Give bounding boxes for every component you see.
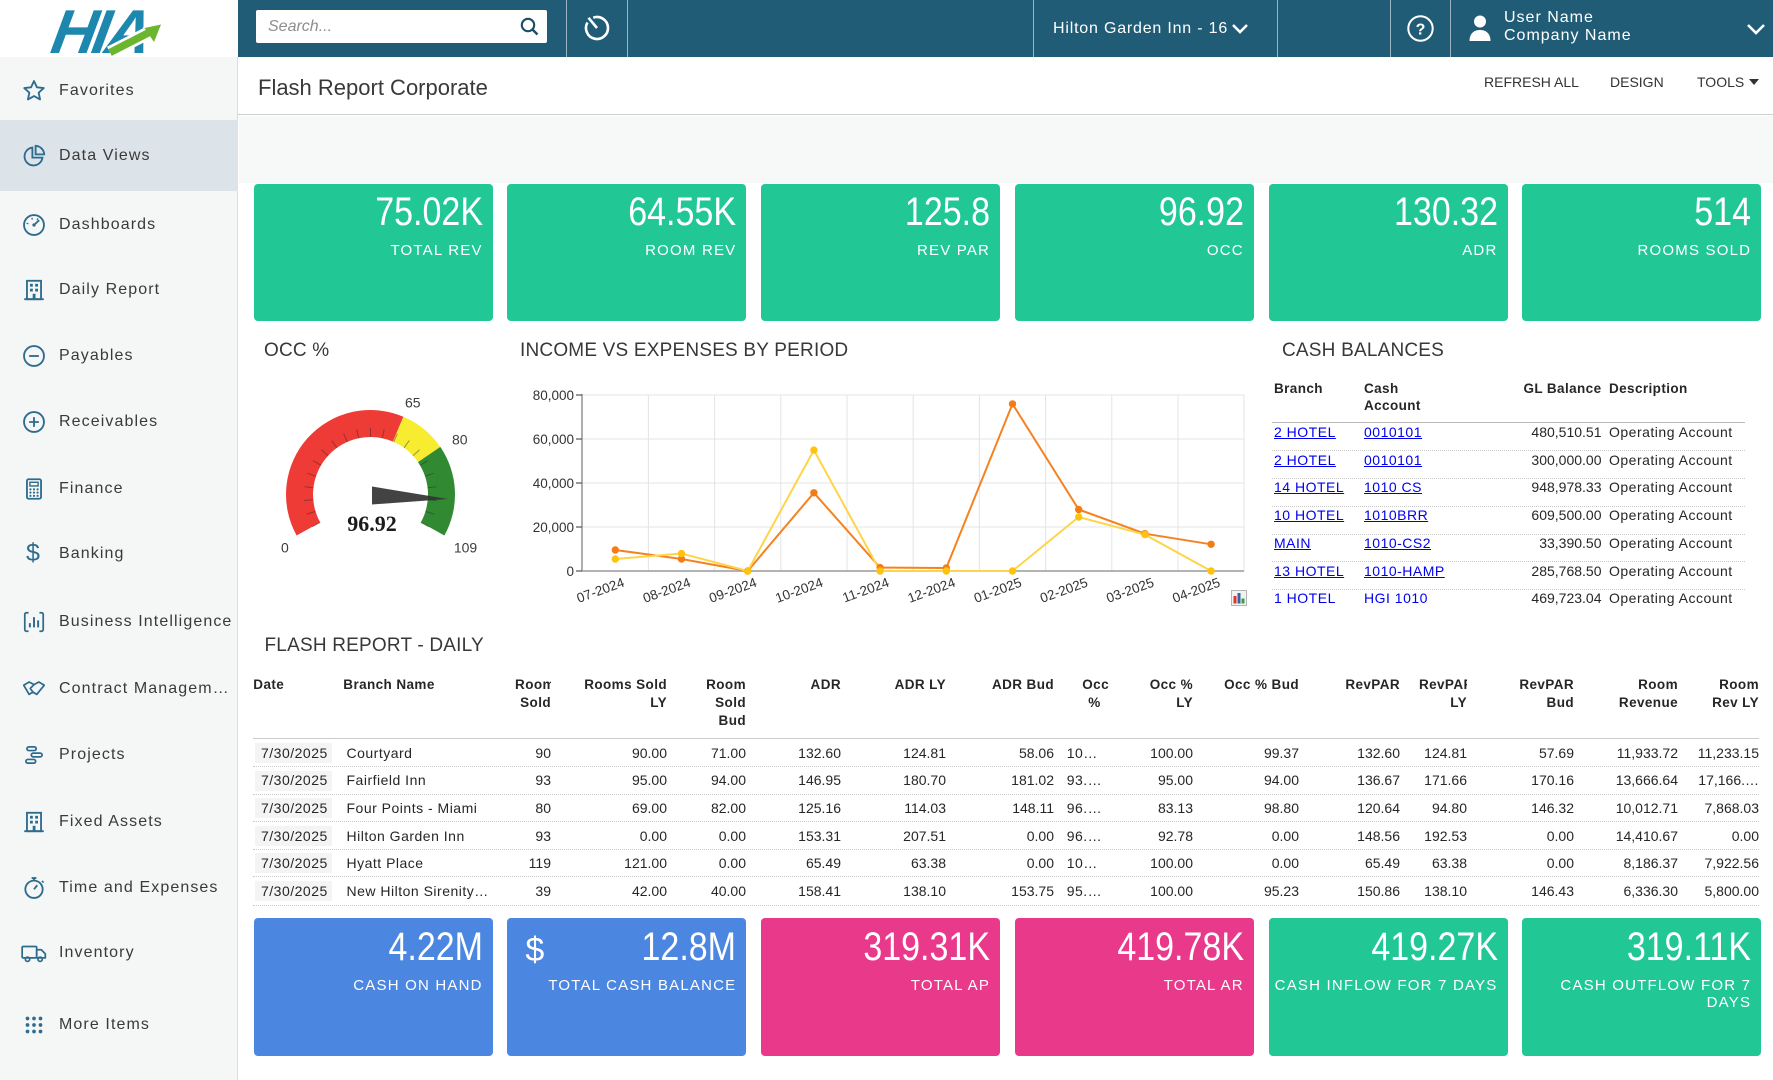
svg-text:40,000: 40,000 xyxy=(533,476,574,491)
svg-text:12-2024: 12-2024 xyxy=(906,575,958,606)
svg-text:10-2024: 10-2024 xyxy=(773,575,825,606)
svg-text:0: 0 xyxy=(281,540,289,556)
svg-text:80: 80 xyxy=(452,432,468,448)
svg-text:08-2024: 08-2024 xyxy=(641,575,693,606)
svg-text:HIA: HIA xyxy=(47,2,154,57)
svg-text:04-2025: 04-2025 xyxy=(1170,575,1222,606)
svg-text:?: ? xyxy=(1416,22,1426,39)
svg-text:02-2025: 02-2025 xyxy=(1038,575,1090,606)
svg-text:80,000: 80,000 xyxy=(533,388,574,403)
svg-text:09-2024: 09-2024 xyxy=(707,575,759,606)
svg-text:0: 0 xyxy=(566,564,574,579)
svg-text:20,000: 20,000 xyxy=(533,520,574,535)
svg-text:01-2025: 01-2025 xyxy=(972,575,1024,606)
svg-text:11-2024: 11-2024 xyxy=(840,575,891,606)
svg-text:60,000: 60,000 xyxy=(533,432,574,447)
svg-text:03-2025: 03-2025 xyxy=(1104,575,1156,606)
svg-text:07-2024: 07-2024 xyxy=(575,575,627,606)
svg-text:109: 109 xyxy=(454,540,478,556)
svg-text:65: 65 xyxy=(405,395,421,411)
svg-text:96.92: 96.92 xyxy=(347,511,397,536)
